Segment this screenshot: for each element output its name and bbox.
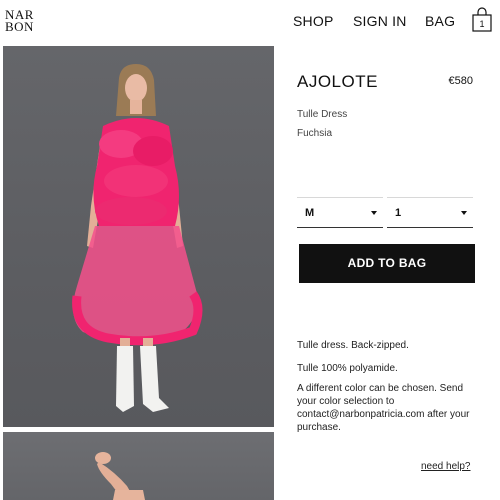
nav-shop-link[interactable]: SHOP bbox=[293, 13, 333, 29]
description-line-1: Tulle dress. Back-zipped. bbox=[297, 340, 409, 351]
product-photo-secondary[interactable] bbox=[3, 432, 274, 500]
model-figure bbox=[72, 64, 203, 412]
product-price: €580 bbox=[448, 75, 473, 87]
need-help-link[interactable]: need help? bbox=[421, 461, 471, 472]
nav-sign-in-link[interactable]: SIGN IN bbox=[353, 13, 407, 29]
nav-bag-link[interactable]: BAG bbox=[425, 13, 455, 29]
model-arm bbox=[95, 452, 145, 500]
quantity-select-value: 1 bbox=[395, 207, 402, 219]
caret-down-icon bbox=[461, 211, 467, 215]
description-line-3: A different color can be chosen. Send yo… bbox=[297, 383, 470, 433]
bag-count: 1 bbox=[479, 19, 485, 29]
product-color: Fuchsia bbox=[297, 128, 333, 139]
site-header: NAR BON SHOP SIGN IN BAG 1 bbox=[0, 0, 500, 44]
bag-button[interactable]: 1 bbox=[471, 7, 493, 33]
size-select[interactable]: M bbox=[297, 197, 383, 228]
size-select-value: M bbox=[305, 207, 315, 219]
caret-down-icon bbox=[371, 211, 377, 215]
product-photo-main[interactable] bbox=[3, 46, 274, 427]
add-to-bag-button[interactable]: ADD TO BAG bbox=[299, 244, 475, 283]
quantity-select[interactable]: 1 bbox=[387, 197, 473, 228]
brand-logo[interactable]: NAR BON bbox=[5, 8, 39, 34]
logo-line-2: BON bbox=[5, 19, 34, 34]
product-title: AJOLOTE bbox=[297, 72, 378, 91]
product-type: Tulle Dress bbox=[297, 109, 348, 120]
description-line-2: Tulle 100% polyamide. bbox=[297, 363, 398, 374]
